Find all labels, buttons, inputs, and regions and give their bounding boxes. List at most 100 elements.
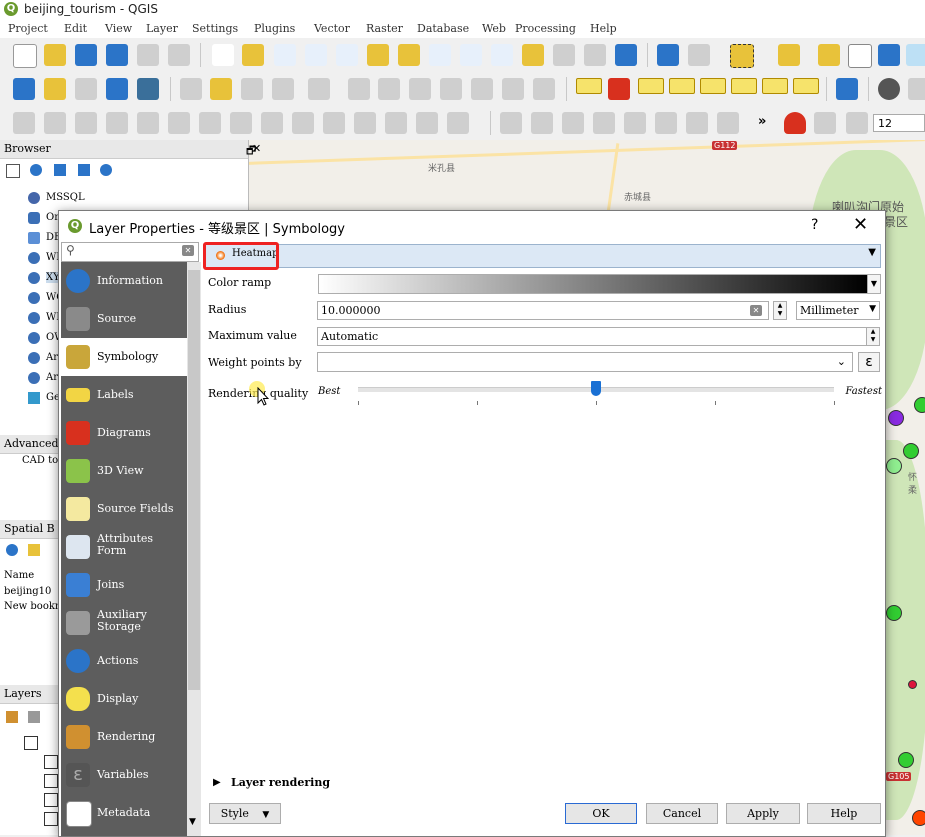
brightness-decrease-icon[interactable]: [655, 112, 677, 134]
sidebar-scrollbar[interactable]: ▼: [187, 262, 201, 836]
select-features-icon[interactable]: [730, 44, 754, 68]
max-value-input[interactable]: Automatic: [317, 327, 867, 346]
renderer-select[interactable]: Heatmap ▼: [205, 244, 881, 268]
plugin-icon[interactable]: [878, 78, 900, 100]
sidebar-item-attributes-form[interactable]: Attributes Form: [61, 528, 187, 566]
layer-checkbox[interactable]: [44, 793, 58, 807]
add-part-icon[interactable]: [168, 112, 190, 134]
bookmark-row[interactable]: New bookm: [4, 601, 64, 612]
highlight-pinned-labels-icon[interactable]: [669, 78, 695, 94]
sidebar-item-labels[interactable]: Labels: [61, 376, 187, 414]
cancel-button[interactable]: Cancel: [646, 803, 718, 824]
cut-features-icon[interactable]: [409, 78, 431, 100]
zoom-layer-icon[interactable]: [429, 44, 451, 66]
add-bookmark-icon[interactable]: [28, 544, 40, 556]
zoom-native-icon[interactable]: [336, 44, 358, 66]
simplify-icon[interactable]: [106, 112, 128, 134]
menu-database[interactable]: Database: [417, 22, 469, 35]
sidebar-item-auxiliary-storage[interactable]: Auxiliary Storage: [61, 604, 187, 642]
sidebar-item-symbology[interactable]: Symbology: [61, 338, 187, 376]
sidebar-item-rendering[interactable]: Rendering: [61, 718, 187, 756]
snapping-magnet-icon[interactable]: [784, 112, 806, 134]
actions-gear-icon[interactable]: [688, 44, 710, 66]
stretch-histogram-icon[interactable]: [531, 112, 553, 134]
add-wms-icon[interactable]: [137, 78, 159, 100]
menu-vector[interactable]: Vector: [314, 22, 350, 35]
contrast-increase-icon[interactable]: [686, 112, 708, 134]
rotate-label-icon[interactable]: [762, 78, 788, 94]
toggle-editing-pencil-icon[interactable]: [210, 78, 232, 100]
current-edits-icon[interactable]: [180, 78, 202, 100]
zoom-full-icon[interactable]: [367, 44, 389, 66]
identify-icon[interactable]: [657, 44, 679, 66]
apply-button[interactable]: Apply: [726, 803, 800, 824]
menu-plugins[interactable]: Plugins: [254, 22, 295, 35]
style-button[interactable]: Style ▼: [209, 803, 281, 824]
save-project-icon[interactable]: [75, 44, 97, 66]
vertex-tool-icon[interactable]: [308, 78, 330, 100]
refresh-icon[interactable]: [30, 164, 42, 176]
save-edits-icon[interactable]: [241, 78, 263, 100]
offset-curve-icon[interactable]: [75, 112, 97, 134]
add-point-icon[interactable]: [272, 78, 294, 100]
brightness-increase-icon[interactable]: [624, 112, 646, 134]
sidebar-item-variables[interactable]: ε Variables: [61, 756, 187, 794]
layer-rendering-section[interactable]: ▶ Layer rendering: [213, 775, 363, 791]
properties-info-icon[interactable]: [100, 164, 112, 176]
map-point[interactable]: [903, 443, 919, 459]
move-label-icon[interactable]: [731, 78, 757, 94]
toolbar-overflow-icon[interactable]: »: [758, 114, 766, 129]
color-ramp-dropdown[interactable]: ▼: [867, 274, 881, 294]
pin-labels-icon[interactable]: [638, 78, 664, 94]
new-shapefile-icon[interactable]: [44, 78, 66, 100]
merge-attributes-icon[interactable]: [416, 112, 438, 134]
close-icon[interactable]: ✕: [853, 214, 868, 235]
sidebar-item-source[interactable]: Source: [61, 300, 187, 338]
filter-icon[interactable]: [54, 164, 66, 176]
menu-raster[interactable]: Raster: [366, 22, 403, 35]
change-label-icon[interactable]: [793, 78, 819, 94]
delete-ring-icon[interactable]: [230, 112, 252, 134]
clear-value-icon[interactable]: ✕: [750, 305, 762, 316]
save-as-icon[interactable]: [106, 44, 128, 66]
rotate-symbols-icon[interactable]: [447, 112, 469, 134]
snapping-tolerance-input[interactable]: 12: [873, 114, 925, 132]
bookmark-row[interactable]: beijing10: [4, 586, 51, 597]
map-point[interactable]: [914, 397, 925, 413]
menu-web[interactable]: Web: [482, 22, 506, 35]
scrollbar-thumb[interactable]: [188, 270, 200, 690]
slider-handle[interactable]: [591, 381, 601, 396]
sidebar-item-source-fields[interactable]: Source Fields: [61, 490, 187, 528]
layout-manager-icon[interactable]: [168, 44, 190, 66]
weight-field-select[interactable]: ⌄: [317, 352, 853, 372]
color-ramp-button[interactable]: [318, 274, 868, 294]
pan-hand-icon[interactable]: [212, 44, 234, 66]
layer-group-checkbox[interactable]: [24, 736, 38, 750]
open-project-icon[interactable]: [44, 44, 66, 66]
zoom-in-icon[interactable]: [274, 44, 296, 66]
menu-layer[interactable]: Layer: [146, 22, 178, 35]
add-selected-icon[interactable]: [6, 164, 20, 178]
sidebar-item-3d-view[interactable]: 3D View: [61, 452, 187, 490]
map-point[interactable]: [886, 458, 902, 474]
data-source-manager-icon[interactable]: [13, 78, 35, 100]
ok-button[interactable]: OK: [565, 803, 637, 824]
layer-checkbox[interactable]: [44, 774, 58, 788]
clear-search-icon[interactable]: ✕: [182, 245, 194, 256]
new-map-view-icon[interactable]: [522, 44, 544, 66]
map-point[interactable]: [912, 810, 925, 826]
layer-checkbox[interactable]: [44, 755, 58, 769]
new-project-icon[interactable]: [13, 44, 37, 68]
add-ring-icon[interactable]: [137, 112, 159, 134]
copy-features-icon[interactable]: [440, 78, 462, 100]
menu-view[interactable]: View: [105, 22, 132, 35]
max-value-spinner[interactable]: ▲ ▼: [866, 327, 880, 346]
zoom-bookmark-icon[interactable]: [6, 544, 18, 556]
map-point[interactable]: [886, 605, 902, 621]
diagram-options-icon[interactable]: [608, 78, 630, 100]
contrast-decrease-icon[interactable]: [717, 112, 739, 134]
delete-part-icon[interactable]: [261, 112, 283, 134]
menu-processing[interactable]: Processing: [515, 22, 576, 35]
add-raster-layer-icon[interactable]: [106, 78, 128, 100]
radius-units-select[interactable]: Millimeter ▼: [796, 301, 880, 320]
